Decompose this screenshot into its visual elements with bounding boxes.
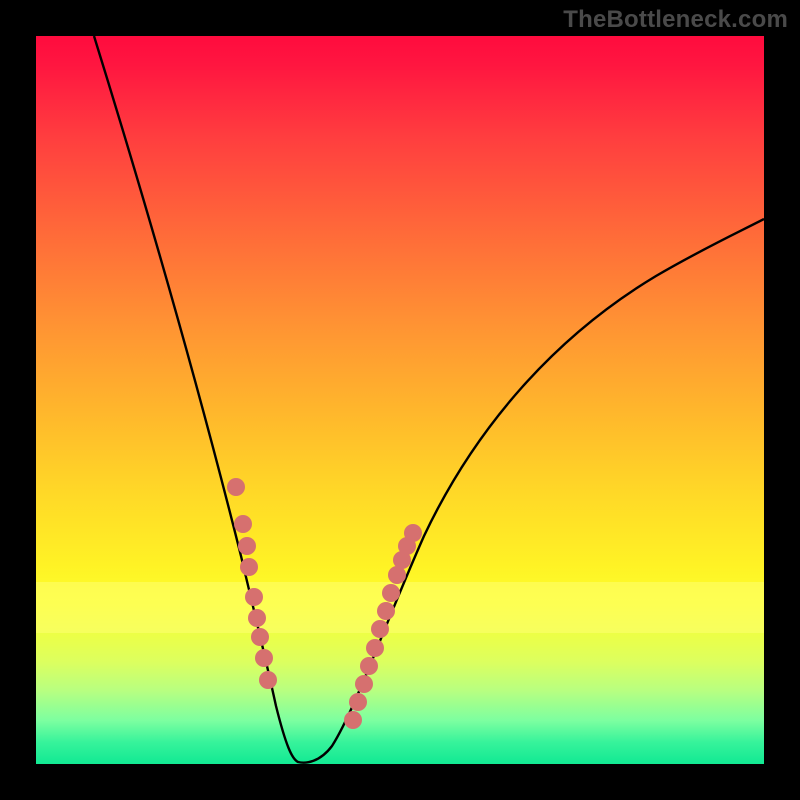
watermark-text: TheBottleneck.com (563, 6, 788, 34)
curve-path (94, 36, 764, 763)
bottleneck-curve (36, 36, 764, 764)
plot-area (36, 36, 764, 764)
dot-cluster-left (227, 478, 277, 689)
chart-frame: TheBottleneck.com (0, 0, 800, 800)
dot-cluster-right (344, 524, 422, 729)
